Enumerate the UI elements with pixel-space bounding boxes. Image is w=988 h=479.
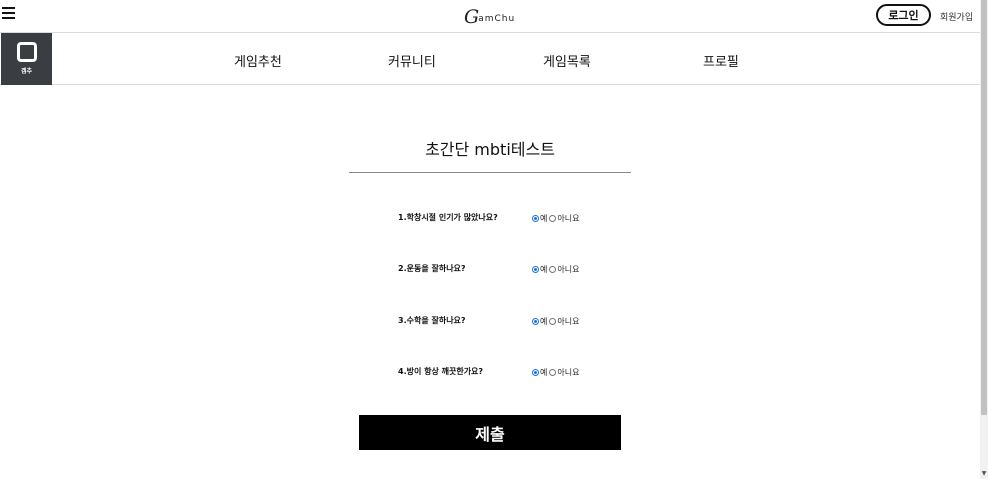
question-text: 2.운동을 잘하나요? [398,264,466,273]
question-text: 1.학창시절 인기가 많았나요? [398,213,498,222]
submit-button[interactable]: 제출 [359,415,621,450]
nav-item-community[interactable]: 커뮤니티 [388,51,436,70]
scrollbar-thumb[interactable] [981,0,987,415]
yes-label: 예 [540,213,548,223]
title-divider [349,172,631,173]
radio-no[interactable] [549,265,557,273]
question-text: 3.수학을 잘하나요? [398,316,466,325]
answer-options: 예 아니요 [532,211,581,225]
yes-label: 예 [540,367,548,377]
radio-yes[interactable] [532,317,539,325]
radio-yes[interactable] [532,368,539,376]
hamburger-menu-icon[interactable] [2,7,15,21]
nav-item-game-list[interactable]: 게임목록 [543,51,591,70]
triangle-down-icon[interactable]: ▼ [980,469,988,479]
radio-no[interactable] [549,368,557,376]
yes-label: 예 [540,264,548,274]
answer-options: 예 아니요 [532,365,581,379]
login-button[interactable]: 로그인 [876,4,931,26]
question-text: 4.방이 항상 깨끗한가요? [398,367,484,376]
logo-text: amChu [478,14,516,24]
main-nav: 겜추 게임추천 커뮤니티 게임목록 프로필 [0,33,980,85]
radio-yes[interactable] [532,265,539,273]
top-bar: G amChu 로그인 회원가입 [0,0,980,33]
no-label: 아니요 [557,213,580,223]
no-label: 아니요 [557,367,580,377]
radio-no[interactable] [549,317,557,325]
vertical-scrollbar[interactable]: ▼ [980,0,988,479]
no-label: 아니요 [557,264,580,274]
rounded-square-icon [16,42,37,62]
page-title: 초간단 mbti테스트 [425,140,555,159]
answer-options: 예 아니요 [532,314,581,328]
yes-label: 예 [540,316,548,326]
radio-no[interactable] [549,214,557,222]
brand-label: 겜추 [20,68,33,75]
nav-item-profile[interactable]: 프로필 [703,51,739,70]
no-label: 아니요 [557,316,580,326]
answer-options: 예 아니요 [532,262,581,276]
signup-link[interactable]: 회원가입 [940,10,973,23]
radio-yes[interactable] [532,214,539,222]
logo-mark: G [464,6,480,28]
site-logo[interactable]: G amChu [464,5,515,27]
brand-home-button[interactable]: 겜추 [1,33,52,85]
nav-item-game-recommend[interactable]: 게임추천 [234,51,282,70]
